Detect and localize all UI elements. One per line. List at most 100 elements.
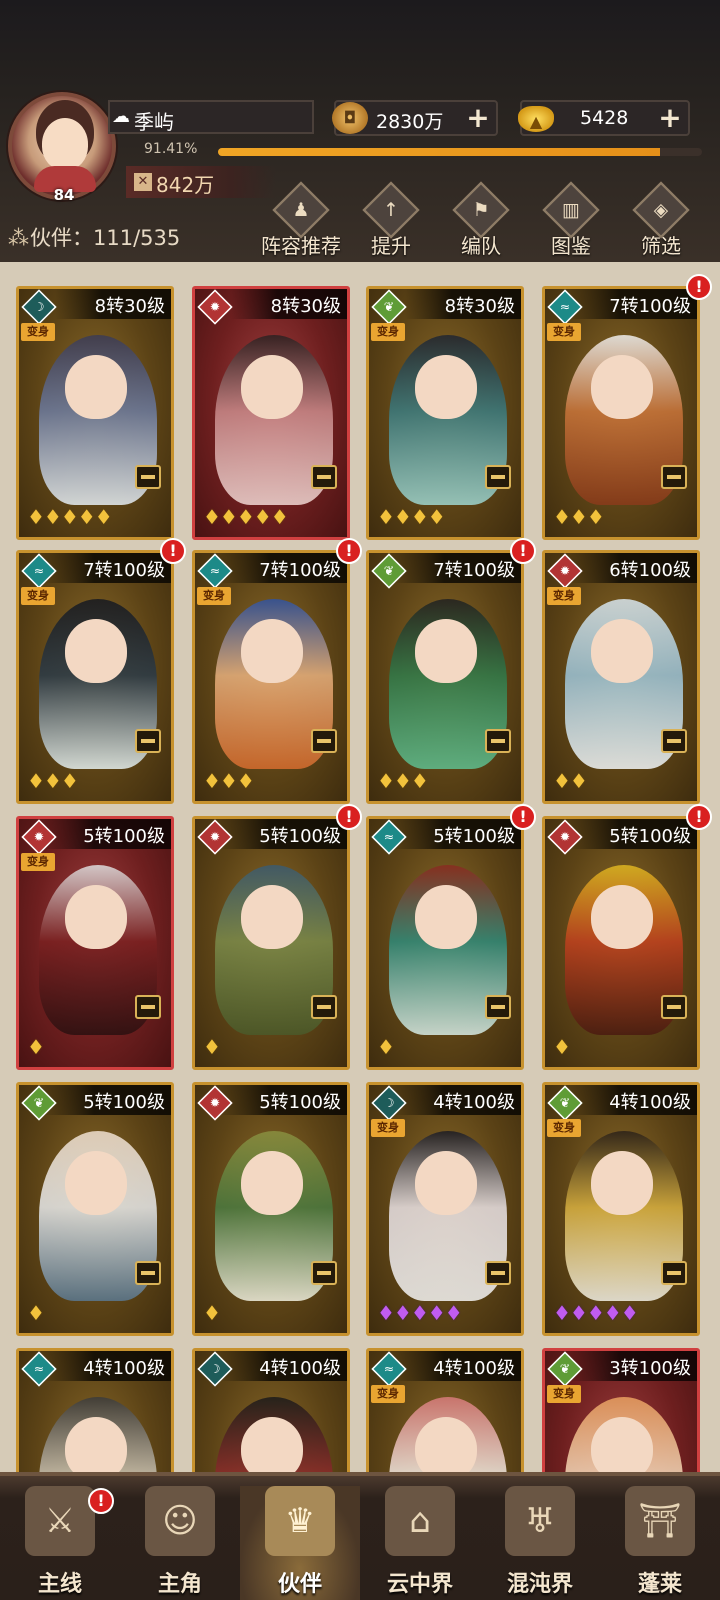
menu-lineup-button[interactable]: ♟ 阵容推荐 [256,181,346,258]
transform-badge: 变身 [371,1119,405,1137]
partner-face [591,355,653,419]
transform-badge: 变身 [21,587,55,605]
partner-card[interactable]: 5转100级 ≈ ♦ [366,816,524,1070]
partner-face [591,1151,653,1215]
power-value: 842万 [156,173,215,197]
equipment-chest-icon [135,729,161,753]
partner-card[interactable]: 5转100级 ❦ ♦ [16,1082,174,1336]
nav-cloud-realm[interactable]: ⌂ 云中界 [360,1486,480,1600]
nav-penglai[interactable]: ⛩ 蓬莱 [600,1486,720,1600]
alert-icon: ! [160,538,186,564]
partner-card[interactable]: 7转100级 ≈ 变身 ♦♦♦ [192,550,350,804]
partner-face [65,355,127,419]
equipment-chest-icon [311,995,337,1019]
menu-label: 编队 [461,234,501,258]
partner-level: 8转30级 [230,289,347,319]
alert-icon: ! [510,538,536,564]
nav-chaos-realm[interactable]: ♅ 混沌界 [480,1486,600,1600]
star-rating: ♦♦♦♦ [377,505,446,529]
partner-face [241,1151,303,1215]
partner-level: 5转100级 [43,1085,171,1115]
gold-ingot-icon: ▲ [518,106,554,132]
hero-icon: ☺ [145,1486,215,1556]
bottom-nav: ⚔ 主线 ! ☺ 主角 ♛ 伙伴 ⌂ 云中界 ♅ 混沌界 ⛩ 蓬莱 [0,1472,720,1600]
partner-face [415,1417,477,1472]
partner-face [65,1417,127,1472]
nav-label: 伙伴 [277,1572,322,1597]
star-rating: ♦♦♦ [27,769,79,793]
partner-face [241,885,303,949]
partner-card[interactable]: 5转100级 ✹ 变身 ♦ [16,816,174,1070]
alert-icon: ! [686,274,712,300]
partner-count: ⁂伙伴：111/535 [8,222,180,252]
menu-formation-button[interactable]: ⚑ 编队 [436,181,526,258]
partner-level: 5转100级 [393,819,521,849]
partner-face [591,885,653,949]
partner-face [241,619,303,683]
partner-level: 5转100级 [219,819,347,849]
partner-card[interactable]: 5转100级 ✹ ♦ [192,1082,350,1336]
partner-grid: 8转30级 ☽ 变身 ♦♦♦♦♦ 8转30级 ✹ ♦♦♦♦♦ 8转30级 ❦ 变身 ♦♦♦♦ 7转10… [0,262,720,1472]
partner-card[interactable]: 3转100级 ❦ 变身 [542,1348,700,1472]
partner-card[interactable]: 4转100级 ≈ [16,1348,174,1472]
star-rating: ♦ [203,1035,221,1059]
partner-icon: ⁂ [8,226,29,250]
partner-card[interactable]: 7转100级 ≈ 变身 ♦♦♦ [16,550,174,804]
copper-value: 2830万 [376,111,444,133]
alert-icon: ! [88,1488,114,1514]
star-rating: ♦♦♦♦♦ [553,1301,639,1325]
partner-level: 5转100级 [219,1085,347,1115]
equipment-chest-icon [485,729,511,753]
alert-icon: ! [336,538,362,564]
star-rating: ♦♦♦ [553,505,605,529]
gold-resource: ▲ 5428 + [518,100,690,136]
equipment-chest-icon [135,465,161,489]
partner-level: 3转100级 [569,1351,697,1381]
add-copper-button[interactable]: + [464,104,492,132]
player-avatar[interactable] [8,92,116,200]
partner-level: 7转100级 [43,553,171,583]
partner-level: 8转30级 [404,289,521,319]
nav-hero[interactable]: ☺ 主角 [120,1486,240,1600]
transform-badge: 变身 [547,1385,581,1403]
partner-level: 5转100级 [43,819,171,849]
transform-badge: 变身 [197,587,231,605]
partner-card[interactable]: 8转30级 ✹ ♦♦♦♦♦ [192,286,350,540]
menu-codex-button[interactable]: ▥ 图鉴 [526,181,616,258]
partner-card[interactable]: 7转100级 ≈ 变身 ♦♦♦ [542,286,700,540]
equipment-chest-icon [485,995,511,1019]
partner-face [241,355,303,419]
partner-card[interactable]: 4转100级 ≈ 变身 [366,1348,524,1472]
partner-card[interactable]: 8转30级 ☽ 变身 ♦♦♦♦♦ [16,286,174,540]
chaos-icon: ♅ [505,1486,575,1556]
partner-level: 7转100级 [219,553,347,583]
partner-face [241,1417,303,1472]
partner-face [415,1151,477,1215]
nav-label: 主角 [157,1572,202,1597]
menu-upgrade-button[interactable]: ↑ 提升 [346,181,436,258]
partner-face [591,619,653,683]
menu-filter-button[interactable]: ◈ 筛选 [616,181,706,258]
penglai-icon: ⛩ [625,1486,695,1556]
exp-bar [218,148,702,156]
equipment-chest-icon [135,995,161,1019]
star-rating: ♦ [377,1035,395,1059]
partner-card[interactable]: 7转100级 ❦ ♦♦♦ [366,550,524,804]
crossed-swords-icon: ⚔ [25,1486,95,1556]
gold-value: 5428 [580,107,629,129]
add-gold-button[interactable]: + [656,104,684,132]
partner-card[interactable]: 6转100级 ✹ 变身 ♦♦ [542,550,700,804]
transform-badge: 变身 [21,853,55,871]
partner-card[interactable]: 4转100级 ❦ 变身 ♦♦♦♦♦ [542,1082,700,1336]
pagoda-icon: ⌂ [385,1486,455,1556]
partner-card[interactable]: 4转100级 ☽ [192,1348,350,1472]
equipment-chest-icon [661,1261,687,1285]
partner-card[interactable]: 4转100级 ☽ 变身 ♦♦♦♦♦ [366,1082,524,1336]
partner-face [65,885,127,949]
partner-card[interactable]: 8转30级 ❦ 变身 ♦♦♦♦ [366,286,524,540]
partner-level: 8转30级 [54,289,171,319]
nav-partner[interactable]: ♛ 伙伴 [240,1486,360,1600]
partner-card[interactable]: 5转100级 ✹ ♦ [542,816,700,1070]
partner-card[interactable]: 5转100级 ✹ ♦ [192,816,350,1070]
nav-main-story[interactable]: ⚔ 主线 ! [0,1486,120,1600]
